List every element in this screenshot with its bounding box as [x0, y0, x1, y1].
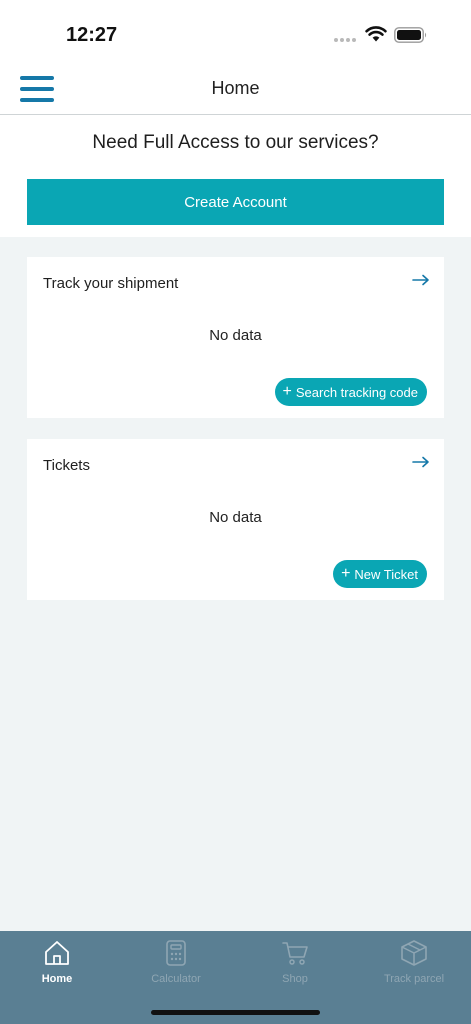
home-icon	[45, 941, 69, 965]
nav-item-home[interactable]: Home	[7, 939, 107, 999]
package-icon	[401, 940, 427, 966]
empty-state-text: No data	[209, 509, 262, 526]
cart-icon	[282, 942, 308, 965]
nav-item-shop[interactable]: Shop	[245, 939, 345, 999]
plus-icon: +	[282, 382, 292, 400]
nav-label: Shop	[282, 973, 308, 985]
signal-icon	[334, 38, 356, 42]
app-header: Home	[0, 62, 471, 115]
status-bar: 12:27	[0, 0, 471, 62]
battery-icon	[394, 27, 427, 43]
card-title: Tickets	[43, 457, 90, 474]
button-label: New Ticket	[354, 566, 418, 582]
new-ticket-button[interactable]: + New Ticket	[333, 560, 427, 588]
page-title: Home	[211, 78, 260, 98]
nav-item-calculator[interactable]: Calculator	[126, 939, 226, 999]
home-indicator	[151, 1010, 320, 1015]
card-title: Track your shipment	[43, 275, 179, 292]
create-account-button[interactable]: Create Account	[27, 179, 444, 225]
track-shipment-card: Track your shipment No data + Search tra…	[27, 257, 444, 418]
plus-icon: +	[341, 564, 351, 582]
nav-item-track-parcel[interactable]: Track parcel	[364, 939, 464, 999]
nav-label: Home	[41, 973, 73, 985]
arrow-right-icon[interactable]	[412, 273, 430, 287]
promo-heading: Need Full Access to our services?	[92, 132, 379, 153]
calculator-icon	[166, 940, 186, 966]
search-tracking-code-button[interactable]: + Search tracking code	[274, 378, 427, 406]
nav-label: Calculator	[151, 973, 201, 985]
tickets-card: Tickets No data + New Ticket	[27, 439, 444, 600]
wifi-icon	[365, 26, 387, 42]
arrow-right-icon[interactable]	[412, 455, 430, 469]
nav-label: Track parcel	[383, 973, 445, 985]
button-label: Search tracking code	[295, 384, 418, 400]
top-area: 12:27 Home Need Full Access to our servi…	[0, 0, 471, 237]
status-time: 12:27	[66, 24, 118, 46]
empty-state-text: No data	[209, 327, 262, 344]
